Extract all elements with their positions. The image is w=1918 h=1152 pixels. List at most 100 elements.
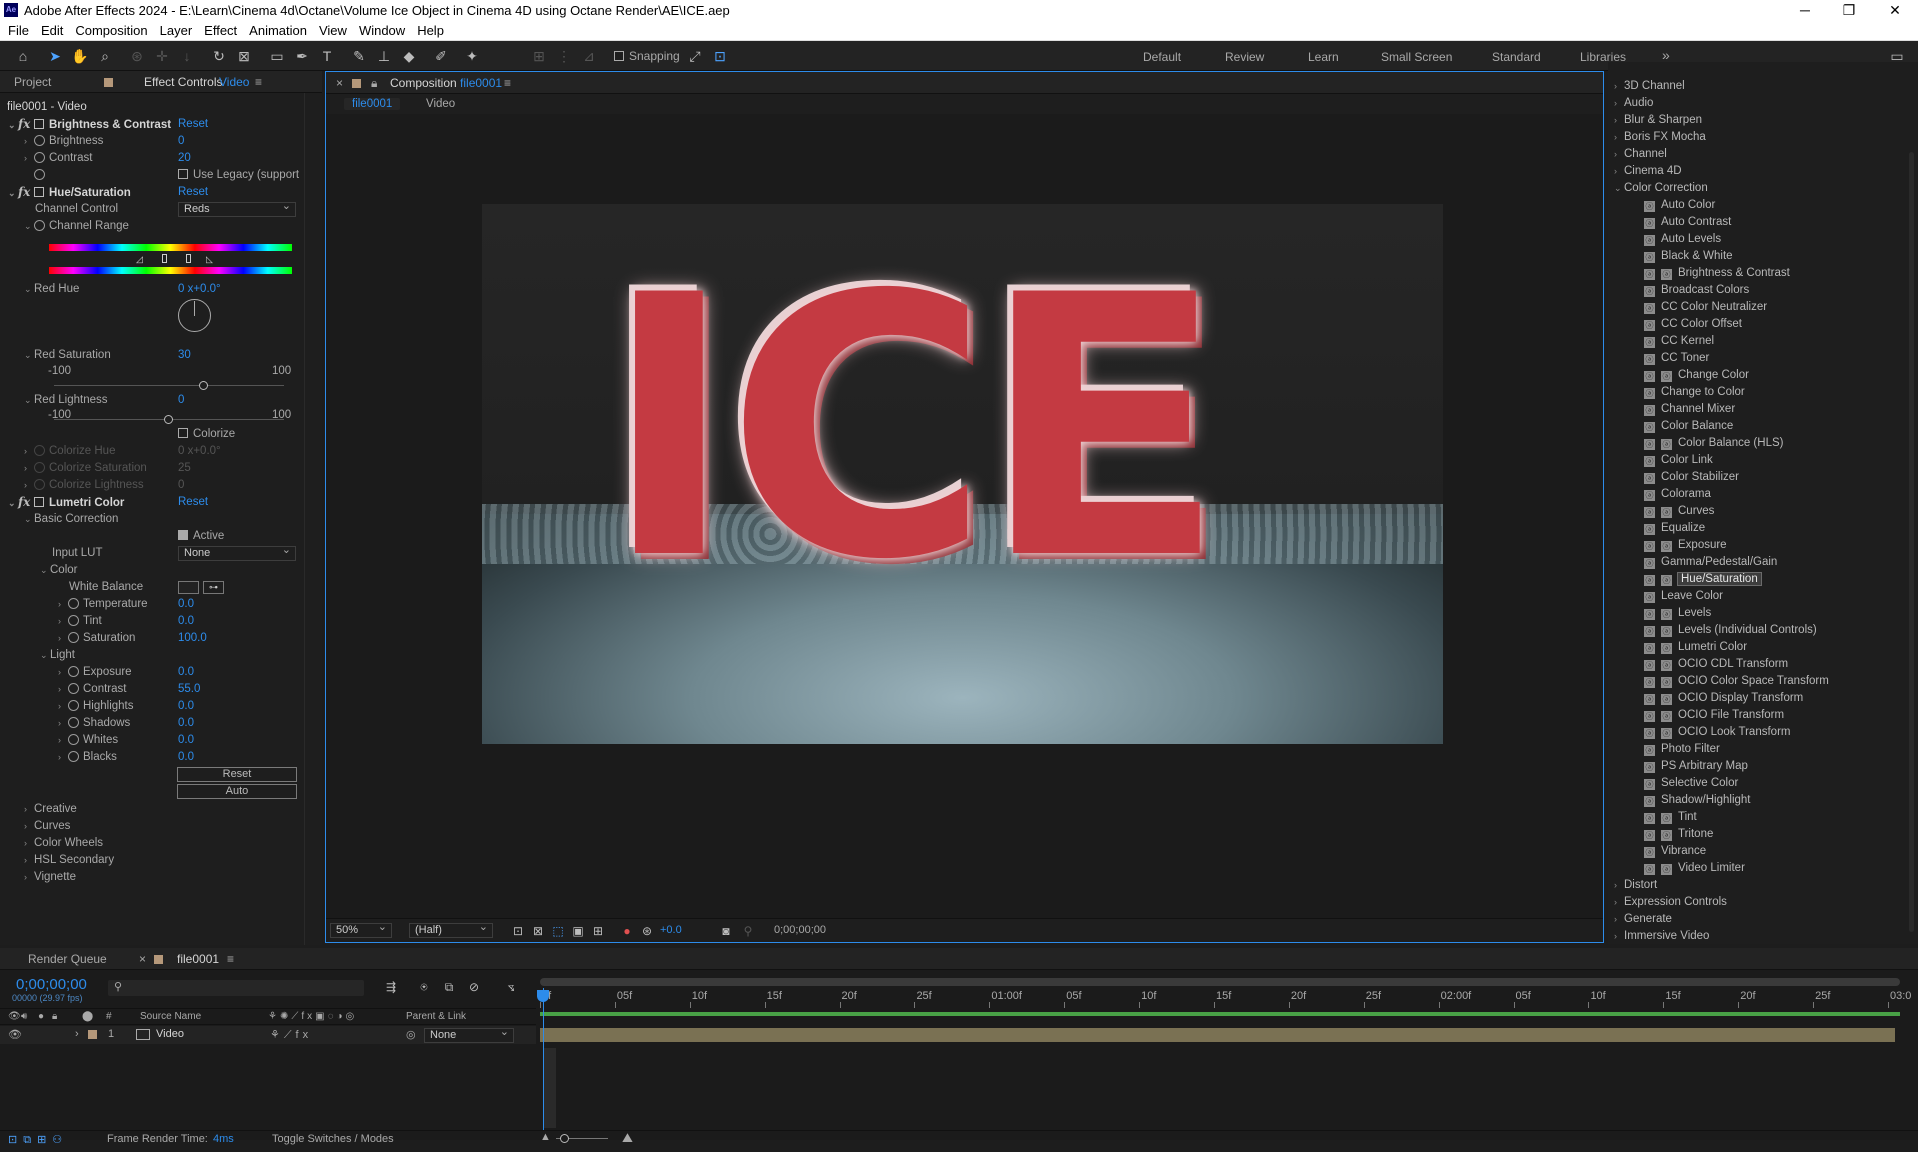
red-hue-dial[interactable] xyxy=(178,299,211,332)
effect-item[interactable]: ⓐ ⓐ Curves xyxy=(1644,503,1714,520)
effect-item[interactable]: ⓐ ⓐ Levels (Individual Controls) xyxy=(1644,622,1817,639)
effect-item[interactable]: ⓐ ⓐ OCIO File Transform xyxy=(1644,707,1784,724)
layer-label-swatch[interactable] xyxy=(88,1030,97,1039)
param-whites[interactable]: › Whites xyxy=(58,732,118,749)
channel-range-handles[interactable]: ◿ ◺ xyxy=(136,254,216,264)
label-tag-icon[interactable]: ⬤ xyxy=(82,1011,93,1022)
layer-visibility-icon[interactable]: 👁︎ xyxy=(8,1028,22,1041)
workspace-small-screen[interactable]: Small Screen xyxy=(1381,50,1452,64)
audio-switch-icon[interactable]: 🔊︎ xyxy=(21,1011,27,1022)
roto-brush-icon[interactable]: ✐ xyxy=(432,47,450,65)
range-left-handle[interactable]: ◿ xyxy=(136,254,143,265)
zoom-dropdown[interactable]: 50% xyxy=(330,921,392,938)
workspace-learn[interactable]: Learn xyxy=(1308,50,1339,64)
effect-item[interactable]: ⓐ Auto Levels xyxy=(1644,231,1721,248)
stopwatch-icon[interactable] xyxy=(68,683,79,694)
workspace-default[interactable]: Default xyxy=(1143,50,1181,64)
shy-layers-icon[interactable]: ⧉ xyxy=(440,978,458,996)
distribute-icon[interactable]: ⋮ xyxy=(555,47,573,65)
timeline-search-input[interactable]: ⚲ xyxy=(108,980,364,996)
effect-item[interactable]: ⓐ CC Color Neutralizer xyxy=(1644,299,1767,316)
effect-item[interactable]: ⓐ Change to Color xyxy=(1644,384,1745,401)
tab-timeline-comp[interactable]: file0001 xyxy=(177,952,219,966)
comp-viewer-frame[interactable]: ICE xyxy=(482,204,1443,744)
white-balance-swatch[interactable] xyxy=(178,581,199,594)
effect-item[interactable]: ⓐ ⓐ Change Color xyxy=(1644,367,1749,384)
text-tool-icon[interactable]: T xyxy=(318,47,336,65)
effect-item[interactable]: ⓐ ⓐ OCIO Color Space Transform xyxy=(1644,673,1829,690)
effect-item[interactable]: ⓐ Channel Mixer xyxy=(1644,401,1735,418)
tint-value[interactable]: 0.0 xyxy=(178,613,194,630)
align-icon[interactable]: ⊞ xyxy=(530,47,548,65)
effect-category[interactable]: › Generate xyxy=(1614,911,1672,928)
menu-view[interactable]: View xyxy=(313,21,353,41)
section-hsl-secondary[interactable]: › HSL Secondary xyxy=(24,852,114,869)
solo-switch-icon[interactable]: ● xyxy=(38,1011,44,1022)
breadcrumb-comp[interactable]: file0001 xyxy=(344,98,401,110)
effect-category[interactable]: › Blur & Sharpen xyxy=(1614,112,1702,129)
effect-item[interactable]: ⓐ Color Link xyxy=(1644,452,1713,469)
effect-item[interactable]: ⓐ Photo Filter xyxy=(1644,741,1720,758)
red-lightness-slider[interactable] xyxy=(54,415,284,424)
zoom-out-icon[interactable]: ▲ xyxy=(540,1131,551,1143)
mask-visibility-icon[interactable]: ⬚ xyxy=(549,922,567,940)
param-red-saturation[interactable]: ⌄ Red Saturation xyxy=(24,347,111,364)
maximize-button[interactable]: ❐ xyxy=(1826,0,1872,21)
effect-item[interactable]: ⓐ Auto Color xyxy=(1644,197,1715,214)
effect-item[interactable]: ⓐ CC Color Offset xyxy=(1644,316,1742,333)
workspace-standard[interactable]: Standard xyxy=(1492,50,1541,64)
layer-name[interactable]: Video xyxy=(156,1028,184,1040)
clone-stamp-icon[interactable]: ⊥ xyxy=(375,47,393,65)
stopwatch-icon[interactable] xyxy=(34,220,45,231)
section-vignette[interactable]: › Vignette xyxy=(24,869,76,886)
param-contrast[interactable]: › Contrast xyxy=(24,150,92,167)
lumetri-reset-link[interactable]: Reset xyxy=(178,494,208,511)
layer-row[interactable]: 👁︎ › 1 Video ⚘⟋fx ◎ None xyxy=(0,1026,536,1044)
rectangle-tool-icon[interactable]: ▭ xyxy=(268,47,286,65)
effect-category[interactable]: › Audio xyxy=(1614,95,1653,112)
param-shadows[interactable]: › Shadows xyxy=(58,715,130,732)
brightness-value[interactable]: 0 xyxy=(178,133,184,150)
region-of-interest-icon[interactable]: ▣ xyxy=(569,922,587,940)
param-contrast-lumetri[interactable]: › Contrast xyxy=(58,681,126,698)
timeline-timecode[interactable]: 0;00;00;00 xyxy=(16,976,87,993)
effect-item[interactable]: ⓐ CC Toner xyxy=(1644,350,1709,367)
param-channel-range[interactable]: ⌄ Channel Range xyxy=(24,218,129,235)
effect-brightness-contrast[interactable]: ⌄ fx Brightness & Contrast xyxy=(8,116,171,133)
effect-item[interactable]: ⓐ ⓐ Lumetri Color xyxy=(1644,639,1747,656)
effect-item[interactable]: ⓐ Shadow/Highlight xyxy=(1644,792,1751,809)
dolly-tool-icon[interactable]: ↓ xyxy=(178,47,196,65)
param-brightness[interactable]: › Brightness xyxy=(24,133,103,150)
effect-item[interactable]: ⓐ Selective Color xyxy=(1644,775,1738,792)
red-saturation-slider[interactable] xyxy=(54,381,284,390)
bc-reset-link[interactable]: Reset xyxy=(178,116,208,133)
layer-bar[interactable] xyxy=(540,1028,1895,1042)
frame-blending-icon[interactable]: ⊘ xyxy=(465,978,483,996)
eyedropper-icon[interactable]: ⊶ xyxy=(203,581,224,594)
stopwatch-icon[interactable] xyxy=(68,615,79,626)
effect-item[interactable]: ⓐ ⓐ Video Limiter xyxy=(1644,860,1745,877)
stopwatch-icon[interactable] xyxy=(34,152,45,163)
red-hue-value[interactable]: 0 x+0.0° xyxy=(178,281,221,298)
red-lightness-value[interactable]: 0 xyxy=(178,392,184,409)
section-color-wheels[interactable]: › Color Wheels xyxy=(24,835,103,852)
snapping-toggle[interactable]: Snapping xyxy=(614,49,680,63)
section-creative[interactable]: › Creative xyxy=(24,801,77,818)
active-checkbox[interactable]: Active xyxy=(178,528,224,545)
work-area-bar[interactable] xyxy=(540,978,1900,986)
lock-switch-icon[interactable]: 🔒︎ xyxy=(52,1011,57,1022)
stopwatch-icon[interactable] xyxy=(68,598,79,609)
grid-guides-icon[interactable]: ⊞ xyxy=(589,922,607,940)
red-saturation-value[interactable]: 30 xyxy=(178,347,191,364)
lock-icon[interactable]: 🔒︎ xyxy=(371,76,377,91)
stopwatch-icon[interactable] xyxy=(68,632,79,643)
effect-lumetri-color[interactable]: ⌄ fx Lumetri Color xyxy=(8,494,124,511)
shadows-value[interactable]: 0.0 xyxy=(178,715,194,732)
close-tab-icon[interactable]: × xyxy=(139,952,146,966)
light-group[interactable]: ⌄ Light xyxy=(40,647,75,664)
menu-window[interactable]: Window xyxy=(353,21,411,41)
effect-category[interactable]: › 3D Channel xyxy=(1614,78,1685,95)
comp-timecode[interactable]: 0;00;00;00 xyxy=(774,924,826,936)
effect-category[interactable]: › Distort xyxy=(1614,877,1657,894)
workspace-review[interactable]: Review xyxy=(1225,50,1264,64)
